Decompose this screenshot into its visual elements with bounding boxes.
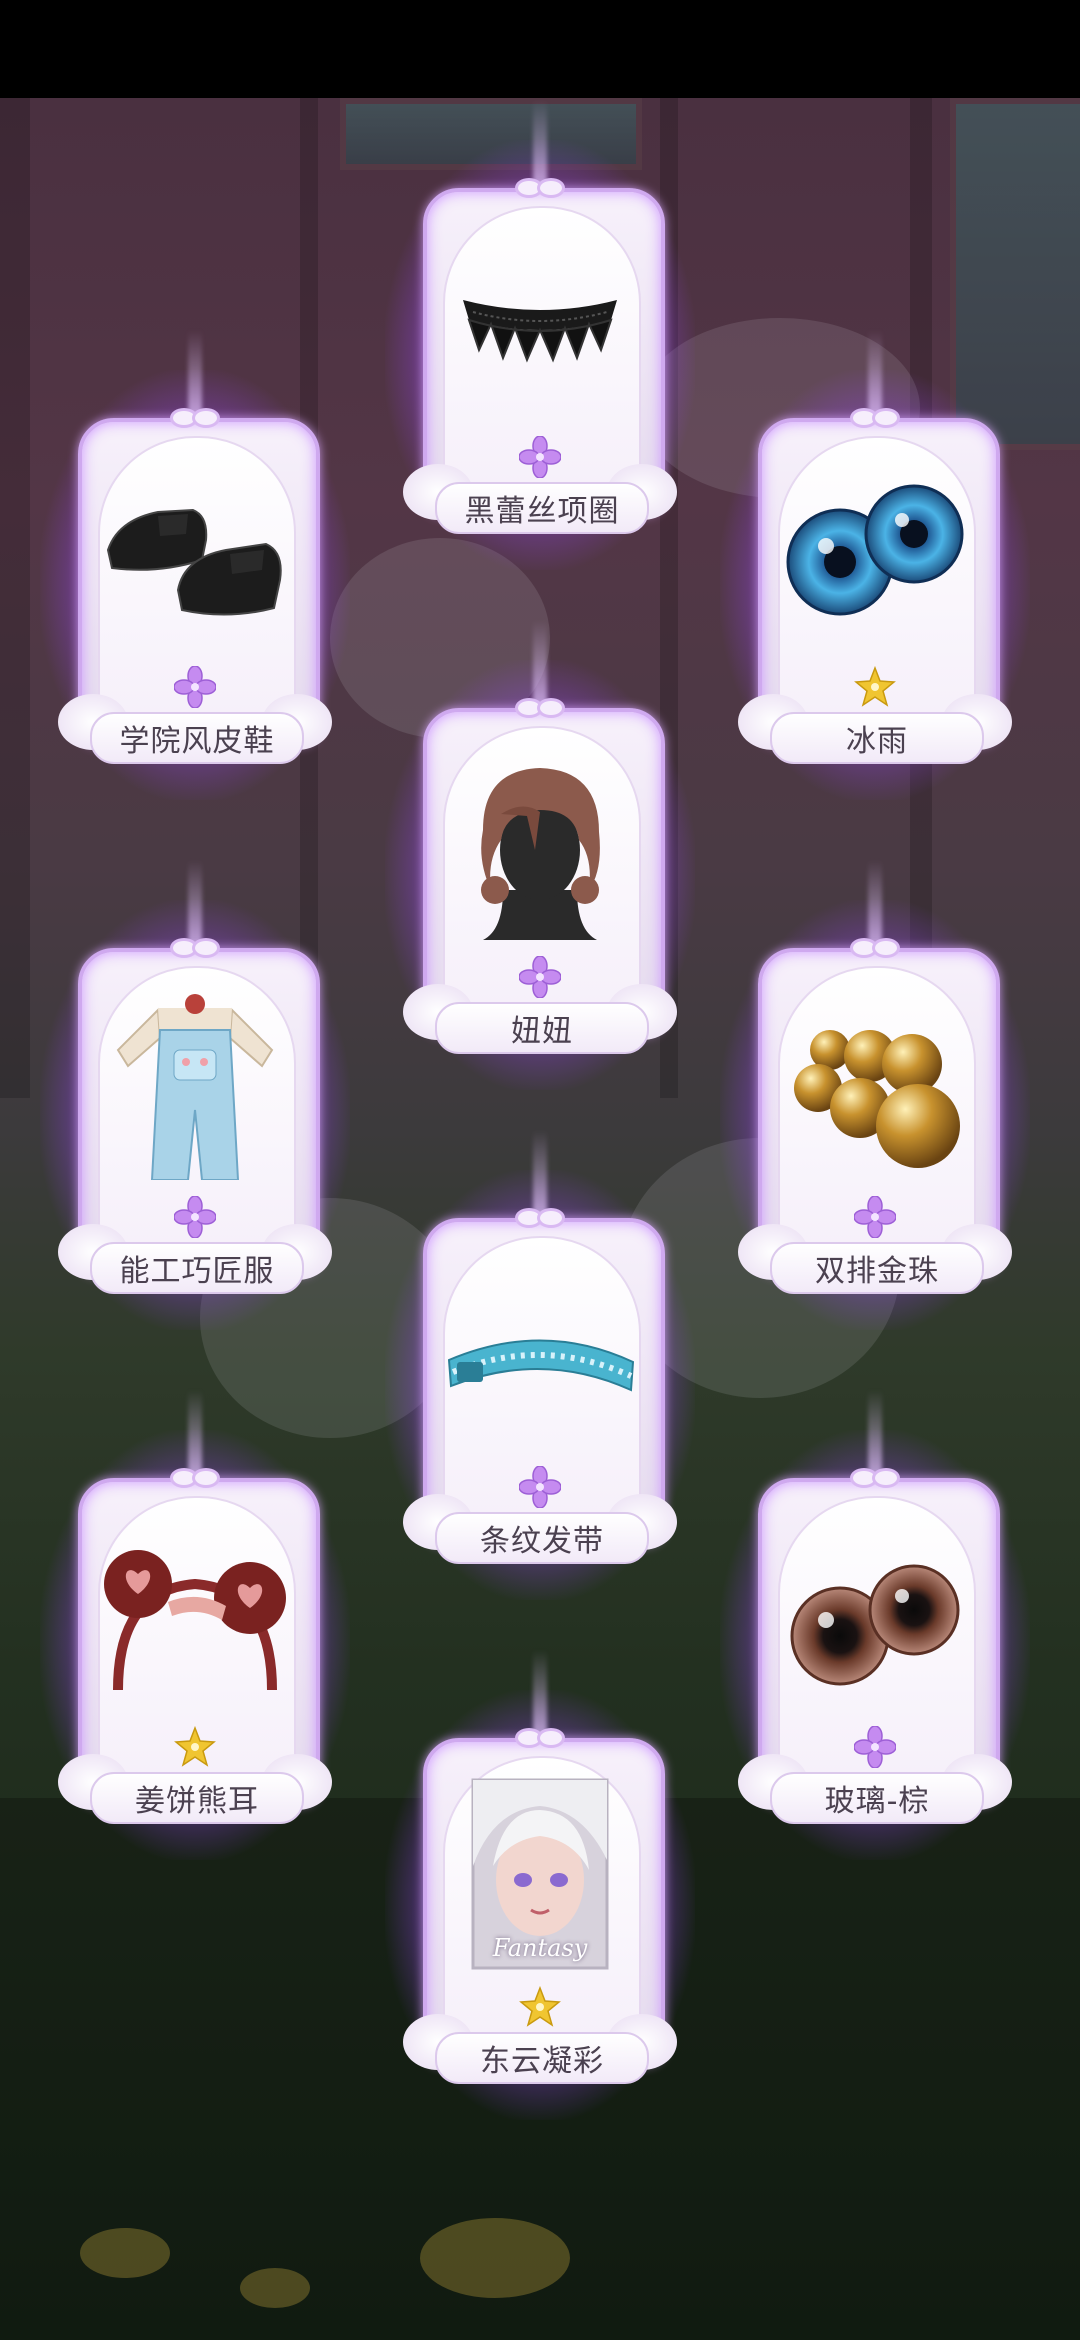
bow-ornament	[515, 174, 565, 198]
bow-ornament	[850, 934, 900, 958]
reward-label: 条纹发带	[435, 1512, 649, 1564]
bow-ornament	[515, 1724, 565, 1748]
reward-card[interactable]: Fantasy 东云凝彩	[385, 1650, 695, 2120]
gold-beads-icon	[794, 1030, 960, 1168]
ground-flower	[420, 2218, 570, 2298]
portrait-card-text: Fantasy	[492, 1934, 588, 1962]
blue-eyes-icon	[786, 484, 964, 616]
reward-label: 学院风皮鞋	[90, 712, 304, 764]
gold-rarity-star-icon	[854, 666, 896, 707]
bear-ear-headband-icon	[104, 1550, 286, 1691]
reward-card[interactable]: 能工巧匠服	[40, 860, 350, 1330]
reward-label: 能工巧匠服	[90, 1242, 304, 1294]
reward-label: 双排金珠	[770, 1242, 984, 1294]
black-lace-choker-icon	[463, 300, 617, 363]
purple-rarity-flower-icon	[854, 1196, 896, 1238]
purple-rarity-flower-icon	[174, 1196, 216, 1238]
bow-ornament	[515, 694, 565, 718]
ground-flower	[80, 2228, 170, 2278]
reward-card[interactable]: 条纹发带	[385, 1130, 695, 1600]
reward-card[interactable]: 学院风皮鞋	[40, 330, 350, 800]
reward-card[interactable]: 妞妞	[385, 620, 695, 1090]
bow-ornament	[515, 1204, 565, 1228]
purple-rarity-flower-icon	[854, 1726, 896, 1768]
bow-ornament	[170, 404, 220, 428]
purple-rarity-flower-icon	[519, 956, 561, 998]
black-leather-shoes-icon	[106, 508, 282, 616]
reward-label: 妞妞	[435, 1002, 649, 1054]
bow-ornament	[850, 1464, 900, 1488]
purple-rarity-flower-icon	[519, 436, 561, 478]
reward-card[interactable]: 冰雨	[720, 330, 1030, 800]
gold-rarity-star-icon	[174, 1726, 216, 1767]
reward-label: 玻璃-棕	[770, 1772, 984, 1824]
reward-card[interactable]: 双排金珠	[720, 860, 1030, 1330]
purple-rarity-flower-icon	[519, 1466, 561, 1508]
wall-plank	[0, 98, 30, 1098]
reward-card[interactable]: 黑蕾丝项圈	[385, 100, 695, 570]
bow-ornament	[850, 404, 900, 428]
status-bar	[0, 0, 1080, 98]
reward-card[interactable]: 玻璃-棕	[720, 1390, 1030, 1860]
bow-ornament	[170, 934, 220, 958]
gold-rarity-star-icon	[519, 1986, 561, 2027]
ground-flower	[240, 2268, 310, 2308]
purple-rarity-flower-icon	[174, 666, 216, 708]
bow-ornament	[170, 1464, 220, 1488]
overalls-outfit-icon	[116, 994, 274, 1180]
brown-glass-eyes-icon	[790, 1564, 960, 1686]
reward-card[interactable]: 姜饼熊耳	[40, 1390, 350, 1860]
reward-label: 冰雨	[770, 712, 984, 764]
striped-headband-icon	[447, 1339, 635, 1392]
reward-label: 黑蕾丝项圈	[435, 482, 649, 534]
reward-label: 东云凝彩	[435, 2032, 649, 2084]
reward-label: 姜饼熊耳	[90, 1772, 304, 1824]
brown-bob-hair-icon	[481, 768, 600, 940]
